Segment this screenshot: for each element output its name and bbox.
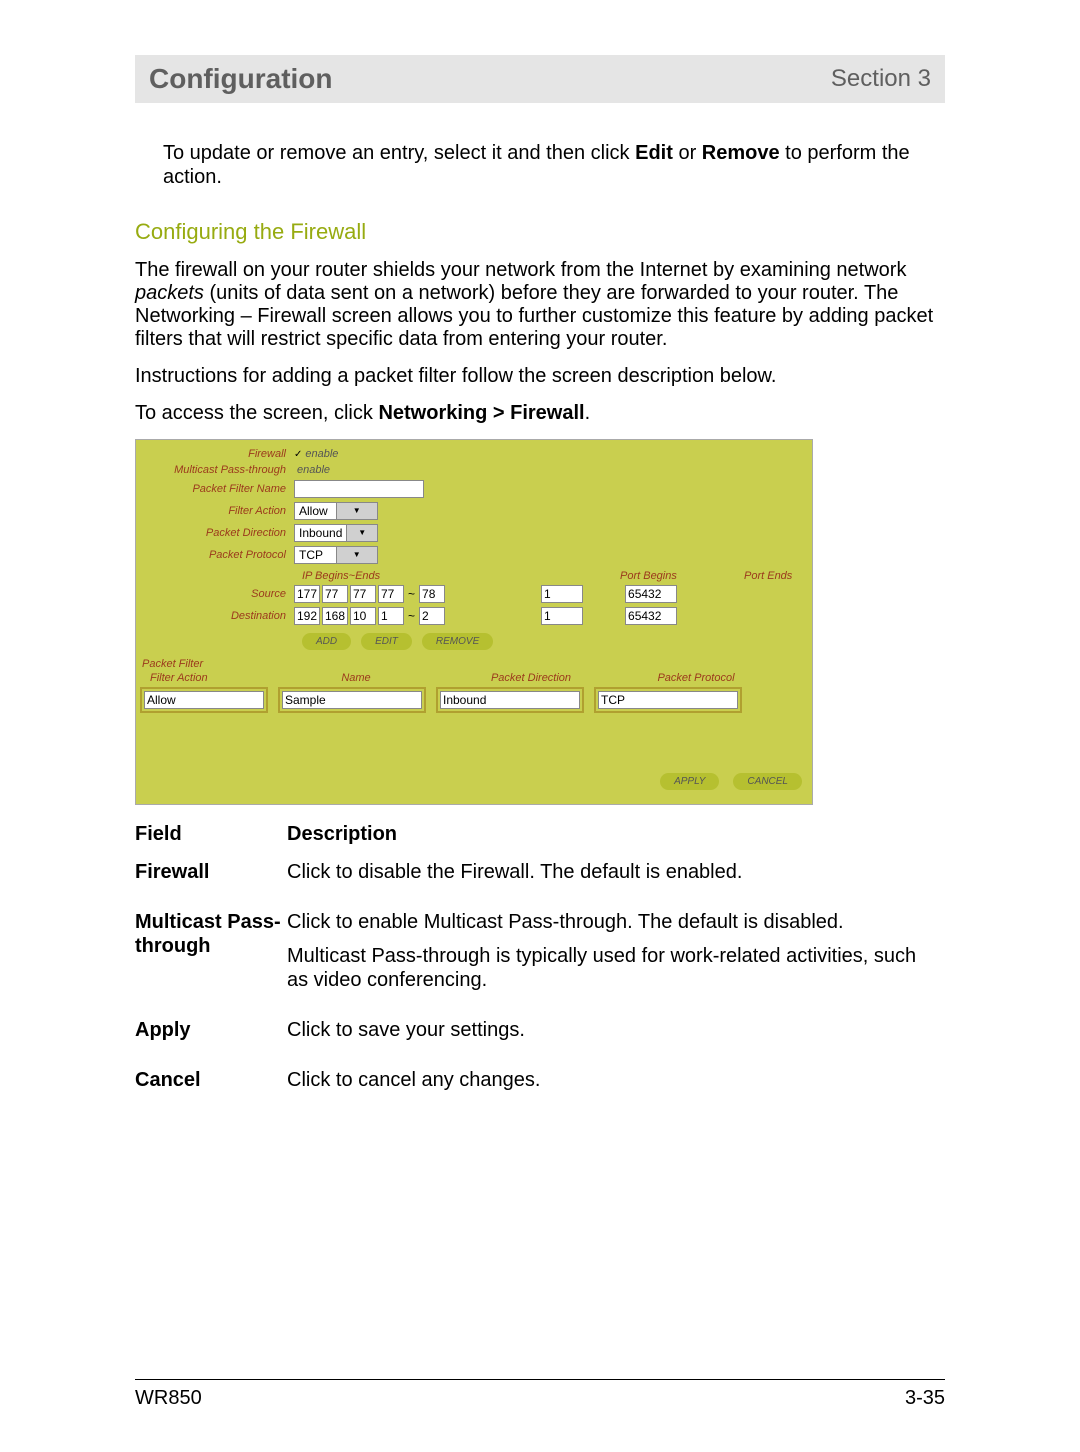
body-paragraph-2: Instructions for adding a packet filter …: [135, 365, 945, 388]
field-description: Click to cancel any changes.: [287, 1062, 945, 1112]
dst-ip-4[interactable]: [378, 607, 404, 625]
dst-port-end[interactable]: [625, 607, 677, 625]
column-port-begins: Port Begins: [620, 570, 690, 582]
field-name: Cancel: [135, 1062, 287, 1112]
col-packet-direction: Packet Direction: [441, 672, 621, 684]
column-port-ends: Port Ends: [744, 570, 804, 582]
chevron-down-icon: ▼: [336, 547, 378, 563]
firewall-checkbox[interactable]: ✓: [294, 449, 302, 460]
label-pfname: Packet Filter Name: [144, 483, 294, 495]
table-row: CancelClick to cancel any changes.: [135, 1062, 945, 1112]
section-label: Section 3: [831, 65, 931, 93]
dst-ip-3[interactable]: [350, 607, 376, 625]
src-ip-4[interactable]: [378, 585, 404, 603]
row-filter-action[interactable]: [144, 691, 264, 709]
dst-ip-2[interactable]: [322, 607, 348, 625]
section-heading: Configuring the Firewall: [135, 219, 945, 245]
chevron-down-icon: ▼: [346, 525, 377, 541]
src-ip-3[interactable]: [350, 585, 376, 603]
dst-ip-end[interactable]: [419, 607, 445, 625]
row-direction[interactable]: [440, 691, 580, 709]
field-name: Apply: [135, 1012, 287, 1062]
table-row: ApplyClick to save your settings.: [135, 1012, 945, 1062]
src-ip-2[interactable]: [322, 585, 348, 603]
label-faction: Filter Action: [144, 505, 294, 517]
cancel-button[interactable]: CANCEL: [733, 773, 802, 790]
row-name[interactable]: [282, 691, 422, 709]
field-description: Click to enable Multicast Pass-through. …: [287, 904, 945, 1012]
src-ip-1[interactable]: [294, 585, 320, 603]
table-row: Multicast Pass-throughClick to enable Mu…: [135, 904, 945, 1012]
field-description: Click to disable the Firewall. The defau…: [287, 854, 945, 904]
label-firewall: Firewall: [144, 448, 294, 460]
col-filter-action: Filter Action: [136, 672, 271, 684]
footer-page: 3-35: [905, 1387, 945, 1410]
dst-ip-1[interactable]: [294, 607, 320, 625]
firewall-enable-label: enable: [305, 448, 338, 460]
packet-filter-section-title: Packet Filter: [136, 658, 812, 670]
filter-action-select[interactable]: Allow▼: [294, 502, 378, 520]
add-button[interactable]: ADD: [302, 633, 351, 650]
column-ip-range: IP Begins~Ends: [302, 570, 420, 582]
label-pprotocol: Packet Protocol: [144, 549, 294, 561]
th-field: Field: [135, 823, 287, 854]
label-source: Source: [144, 588, 294, 600]
row-protocol[interactable]: [598, 691, 738, 709]
field-name: Firewall: [135, 854, 287, 904]
tilde-icon: ~: [406, 609, 417, 623]
field-description: Click to save your settings.: [287, 1012, 945, 1062]
intro-paragraph: To update or remove an entry, select it …: [163, 141, 945, 189]
col-name: Name: [271, 672, 441, 684]
label-pdirection: Packet Direction: [144, 527, 294, 539]
page-header: Configuration Section 3: [135, 55, 945, 103]
tilde-icon: ~: [406, 587, 417, 601]
footer-divider: [135, 1379, 945, 1380]
label-multicast: Multicast Pass-through: [144, 464, 294, 476]
body-paragraph-1: The firewall on your router shields your…: [135, 259, 945, 351]
th-description: Description: [287, 823, 945, 854]
chevron-down-icon: ▼: [336, 503, 378, 519]
edit-button[interactable]: EDIT: [361, 633, 412, 650]
src-ip-end[interactable]: [419, 585, 445, 603]
page-footer: WR850 3-35: [135, 1387, 945, 1410]
table-row: FirewallClick to disable the Firewall. T…: [135, 854, 945, 904]
footer-model: WR850: [135, 1387, 202, 1410]
apply-button[interactable]: APPLY: [660, 773, 719, 790]
field-description-table: Field Description FirewallClick to disab…: [135, 823, 945, 1112]
chapter-title: Configuration: [149, 63, 333, 95]
field-name: Multicast Pass-through: [135, 904, 287, 1012]
remove-button[interactable]: REMOVE: [422, 633, 493, 650]
src-port-begin[interactable]: [541, 585, 583, 603]
body-paragraph-3: To access the screen, click Networking >…: [135, 402, 945, 425]
packet-filter-row[interactable]: [136, 687, 812, 713]
col-packet-protocol: Packet Protocol: [621, 672, 771, 684]
src-port-end[interactable]: [625, 585, 677, 603]
packet-filter-name-input[interactable]: [294, 480, 424, 498]
packet-protocol-select[interactable]: TCP▼: [294, 546, 378, 564]
firewall-screenshot: Firewall ✓ enable Multicast Pass-through…: [135, 439, 813, 805]
dst-port-begin[interactable]: [541, 607, 583, 625]
multicast-enable-label: enable: [297, 464, 330, 476]
label-destination: Destination: [144, 610, 294, 622]
packet-direction-select[interactable]: Inbound▼: [294, 524, 378, 542]
